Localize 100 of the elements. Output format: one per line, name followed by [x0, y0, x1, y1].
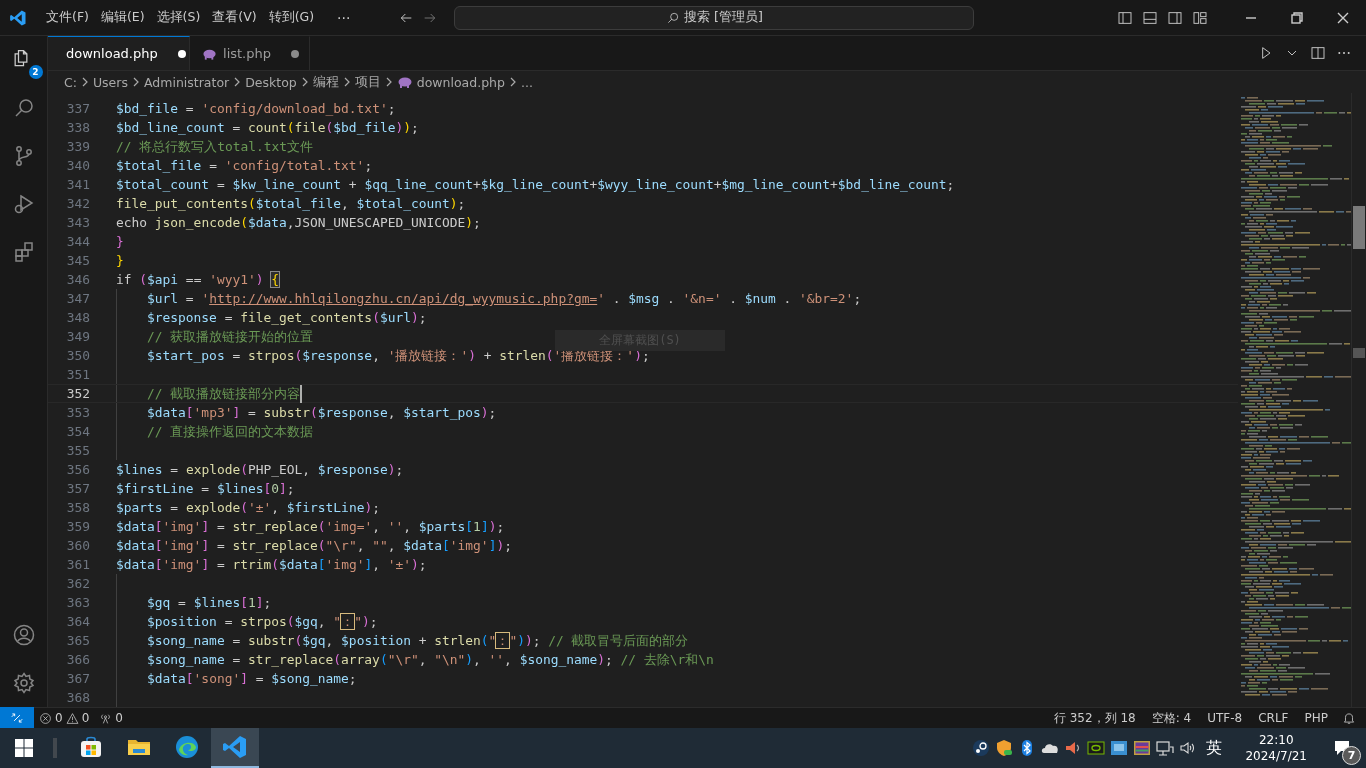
- search-icon: [666, 10, 681, 25]
- code-line: }: [116, 233, 124, 251]
- color-grid-icon[interactable]: [1133, 739, 1152, 757]
- close-icon[interactable]: [1337, 11, 1349, 24]
- breadcrumb-item[interactable]: download.php: [416, 74, 505, 90]
- encoding-status[interactable]: UTF-8: [1199, 711, 1251, 725]
- code-line: if ($api == 'wyy1') {: [116, 271, 280, 289]
- menu-item[interactable]: 选择(S): [151, 5, 206, 30]
- code-editor-icon: [222, 734, 248, 760]
- bell-icon[interactable]: [1342, 711, 1356, 725]
- account-icon[interactable]: [11, 623, 36, 647]
- split-editor-icon[interactable]: [1310, 45, 1326, 61]
- code-line: $data['mp3'] = substr($response, $start_pos);: [147, 404, 497, 422]
- breadcrumb-item[interactable]: Desktop: [245, 74, 297, 90]
- code-line: $data['img'] = str_replace('img=', '', $parts[1]);: [116, 518, 505, 536]
- code-line: $total_file = 'config/total.txt';: [116, 157, 373, 175]
- grip-icon: [53, 738, 57, 758]
- breadcrumb-item[interactable]: Administrator: [143, 74, 230, 90]
- scrollbar-thumb[interactable]: [1353, 206, 1365, 249]
- line-number: 341: [65, 176, 90, 194]
- notification-count: 7: [1342, 746, 1361, 765]
- remote-icon: [10, 710, 24, 725]
- code-line: $response = file_get_contents($url);: [147, 309, 427, 327]
- network-icon[interactable]: [1156, 739, 1175, 757]
- line-number: 353: [65, 404, 90, 422]
- breadcrumb-item[interactable]: 项目: [354, 73, 381, 91]
- start-icon[interactable]: [15, 739, 33, 757]
- broadcast-icon: [99, 711, 113, 725]
- ports-status[interactable]: 0: [94, 711, 128, 725]
- text-cursor: [300, 384, 303, 403]
- code-line: }: [116, 252, 124, 270]
- more-menu-button[interactable]: ···: [329, 7, 359, 28]
- code-line: echo json_encode($data,JSON_UNESCAPED_UNICODE);: [116, 214, 481, 232]
- sidebar-toggle-icon[interactable]: [1117, 9, 1133, 26]
- code-line: $total_count = $kw_line_count + $qq_line_count+$kg_line_count+$wyy_line_count+$mg_line_count+$bd_line_count;: [116, 176, 955, 194]
- secondary-sidebar-icon[interactable]: [1167, 9, 1183, 26]
- line-number: 350: [65, 347, 90, 365]
- code-line: $firstLine = $lines[0];: [116, 480, 295, 498]
- clock-date[interactable]: 2024/7/21: [1245, 748, 1307, 764]
- problems-status[interactable]: 0 0: [34, 711, 95, 725]
- line-number: 351: [65, 366, 90, 384]
- line-number: 355: [65, 442, 90, 460]
- restore-button[interactable]: [1291, 11, 1303, 24]
- line-number: 360: [65, 537, 90, 555]
- line-number: 363: [65, 594, 90, 612]
- line-ending-status[interactable]: CRLF: [1250, 711, 1297, 725]
- line-number: 358: [65, 499, 90, 517]
- line-number: 337: [65, 100, 90, 118]
- code-line: file_put_contents($total_file, $total_count);: [116, 195, 466, 213]
- input-method-indicator[interactable]: 英: [1206, 737, 1223, 759]
- line-number: 344: [65, 233, 90, 251]
- layout-icon[interactable]: [1192, 9, 1208, 26]
- steam-icon[interactable]: [972, 739, 991, 757]
- line-number: 356: [65, 461, 90, 479]
- editor-tab[interactable]: download.php: [48, 36, 190, 70]
- indentation-status[interactable]: 空格: 4: [1143, 709, 1200, 727]
- settings-icon[interactable]: [11, 671, 36, 695]
- menu-item[interactable]: 编辑(E): [95, 5, 150, 30]
- notification-badge: 2: [28, 65, 43, 79]
- code-line: $song_name = substr($gq, $position + strlen("：")); // 截取冒号后面的部分: [147, 632, 689, 650]
- breadcrumb-item[interactable]: C:: [64, 74, 77, 90]
- line-number: 342: [65, 195, 90, 213]
- menu-item[interactable]: 文件(F): [41, 5, 94, 30]
- line-number: 338: [65, 119, 90, 137]
- breadcrumb-item[interactable]: Users: [92, 74, 128, 90]
- code-comment: // 将总行数写入total.txt文件: [116, 138, 314, 156]
- error-icon: [39, 711, 52, 725]
- elephant-icon: [202, 47, 217, 60]
- code-line: $bd_line_count = count(file($bd_file));: [116, 119, 419, 137]
- code-line: $position = strpos($gq, "：");: [147, 613, 378, 631]
- line-number: 340: [65, 157, 90, 175]
- shield-icon[interactable]: [995, 739, 1014, 757]
- breadcrumb-item[interactable]: ...: [520, 74, 533, 90]
- scrollbar-marker: [1353, 348, 1365, 358]
- line-number: 354: [65, 423, 90, 441]
- unsaved-dot-icon: [291, 49, 299, 58]
- language-mode[interactable]: PHP: [1296, 711, 1336, 725]
- line-number: 362: [65, 575, 90, 593]
- line-number: 365: [65, 632, 90, 650]
- clock-time[interactable]: 22:10: [1258, 732, 1294, 748]
- line-number: 343: [65, 214, 90, 232]
- browser-icon: [174, 734, 200, 760]
- cursor-position[interactable]: 行 352，列 18: [1045, 709, 1144, 727]
- line-number: 367: [65, 670, 90, 688]
- panel-toggle-icon[interactable]: [1142, 9, 1158, 26]
- line-number: 346: [65, 271, 90, 289]
- command-search-field[interactable]: 搜索 [管理员]: [454, 5, 975, 30]
- line-number: 347: [65, 290, 90, 308]
- monitor-icon[interactable]: [1110, 739, 1129, 757]
- menu-item[interactable]: 查看(V): [207, 5, 262, 30]
- line-number: 345: [65, 252, 90, 270]
- line-number: 339: [65, 138, 90, 156]
- line-number: 352: [65, 385, 90, 403]
- elephant-icon: [396, 76, 413, 88]
- code-comment: // 截取播放链接部分内容: [147, 385, 301, 403]
- chip-icon[interactable]: [1087, 739, 1106, 757]
- code-line: $data['img'] = str_replace("\r", "", $data['img']);: [116, 537, 512, 555]
- unsaved-dot-icon: [177, 49, 186, 58]
- breadcrumb-item[interactable]: 编程: [312, 73, 339, 91]
- menu-item[interactable]: 转到(G): [263, 5, 320, 30]
